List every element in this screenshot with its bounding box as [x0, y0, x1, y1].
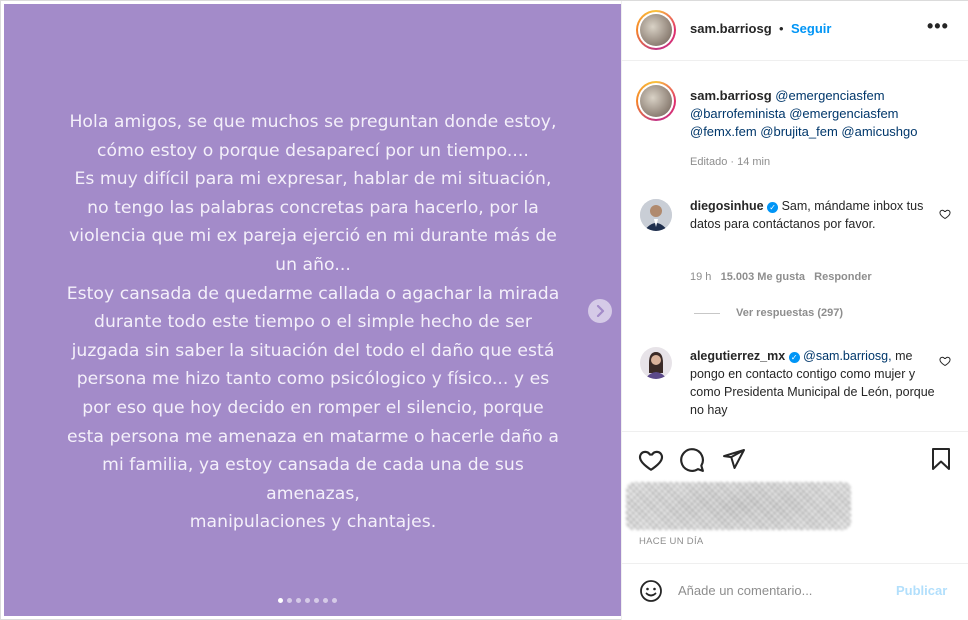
follow-button[interactable]: Seguir: [791, 21, 831, 36]
post-text-line: mi familia, ya estoy cansada de cada una…: [102, 455, 524, 476]
add-comment-bar: Publicar: [622, 563, 968, 619]
post-text-line: persona me hizo tanto como psicólogico y…: [76, 369, 550, 390]
emoji-icon[interactable]: [639, 579, 663, 603]
post-actions: HACE UN DÍA: [622, 431, 968, 561]
caption-username[interactable]: sam.barriosg: [690, 88, 772, 103]
caption-mention[interactable]: @emergenciasfem: [775, 88, 884, 103]
comments-list[interactable]: sam.barriosg @emergenciasfem @barrofemin…: [622, 61, 968, 429]
caption-mention[interactable]: @amicushgo: [841, 124, 917, 139]
post-text-line: esta persona me amenaza en matarme o hac…: [67, 426, 559, 447]
comment-mention[interactable]: @sam.barriosg,: [803, 349, 891, 363]
comment-text: alegutierrez_mx ✓ @sam.barriosg, me pong…: [690, 347, 935, 419]
user-photo-icon: [640, 347, 672, 379]
like-heart-icon[interactable]: [638, 447, 664, 473]
carousel-dot: [323, 598, 328, 603]
carousel-dot: [305, 598, 310, 603]
caption-mention[interactable]: @brujita_fem: [760, 124, 838, 139]
post-text-line: durante todo este tiempo o el simple hec…: [93, 312, 532, 333]
more-options-icon[interactable]: •••: [927, 16, 949, 37]
verified-badge-icon: ✓: [788, 352, 800, 363]
comment-username[interactable]: diegosinhue: [690, 199, 764, 213]
comment-input[interactable]: [678, 583, 878, 598]
user-photo-icon: [640, 199, 672, 231]
caption-avatar[interactable]: [636, 81, 676, 121]
carousel-dot: [314, 598, 319, 603]
carousel-dot: [296, 598, 301, 603]
carousel-dot: [332, 598, 337, 603]
post-text-line: amenazas,: [266, 483, 360, 504]
publish-button[interactable]: Publicar: [896, 583, 947, 598]
view-replies-button[interactable]: Ver respuestas (297): [736, 307, 843, 319]
post-frame: Hola amigos, se que muchos se preguntan …: [0, 0, 968, 620]
caption-timestamp: Editado · 14 min: [690, 156, 771, 168]
post-image[interactable]: Hola amigos, se que muchos se preguntan …: [4, 4, 621, 616]
heart-icon[interactable]: [939, 208, 951, 220]
carousel-dot: [287, 598, 292, 603]
share-send-icon[interactable]: [722, 447, 746, 471]
comment-time: 19 h: [690, 271, 712, 283]
post-text-line: Hola amigos, se que muchos se preguntan …: [69, 112, 557, 132]
verified-badge-icon: ✓: [767, 202, 779, 213]
replies-divider: [694, 313, 720, 314]
reply-button[interactable]: Responder: [814, 271, 871, 283]
post-image-text: Hola amigos, se que muchos se preguntan …: [18, 108, 608, 537]
bookmark-icon[interactable]: [930, 447, 952, 471]
post-text-line: violencia que mi ex pareja ejerció en mi…: [69, 226, 557, 247]
comment-username[interactable]: alegutierrez_mx: [690, 349, 785, 363]
header-username[interactable]: sam.barriosg: [690, 21, 772, 36]
post-text-line: manipulaciones y chantajes.: [189, 512, 437, 533]
caption-mention[interactable]: @barrofeminista: [690, 106, 786, 121]
chevron-right-icon: [596, 305, 605, 317]
post-text-line: cómo estoy o porque desaparecí por un ti…: [97, 140, 529, 161]
next-slide-button[interactable]: [588, 299, 612, 323]
post-text-line: por eso que hoy decido en romper el sile…: [82, 397, 544, 418]
heart-icon[interactable]: [939, 355, 951, 367]
post-text-line: juzgada sin saber la situación del todo …: [71, 340, 555, 361]
comment-avatar[interactable]: [640, 347, 672, 379]
post-text-line: Estoy cansada de quedarme callada o agac…: [66, 283, 560, 304]
post-header: sam.barriosg • Seguir •••: [622, 1, 968, 61]
caption-text: sam.barriosg @emergenciasfem @barrofemin…: [690, 87, 960, 171]
header-separator: •: [779, 21, 784, 36]
comment-text: diegosinhue ✓ Sam, mándame inbox tus dat…: [690, 197, 935, 233]
post-sidebar: sam.barriosg • Seguir ••• sam.barriosg @…: [621, 1, 968, 620]
carousel-dot: [278, 598, 283, 603]
likes-count-redacted: [626, 482, 851, 530]
carousel-indicator: [278, 598, 337, 604]
comment-meta: 19 h 15.003 Me gusta Responder: [690, 271, 872, 283]
post-text-line: Es muy difícil para mi expresar, hablar …: [74, 169, 552, 190]
post-timestamp: HACE UN DÍA: [639, 536, 704, 547]
comment-bubble-icon[interactable]: [679, 447, 705, 473]
post-text-line: no tengo las palabras concretas para hac…: [87, 197, 539, 218]
comment-likes[interactable]: 15.003 Me gusta: [721, 271, 805, 283]
caption-mention[interactable]: @femx.fem: [690, 124, 757, 139]
header-avatar[interactable]: [636, 10, 676, 50]
comment-avatar[interactable]: [640, 199, 672, 231]
post-text-line: un año...: [275, 254, 351, 275]
caption-mention[interactable]: @emergenciasfem: [789, 106, 898, 121]
